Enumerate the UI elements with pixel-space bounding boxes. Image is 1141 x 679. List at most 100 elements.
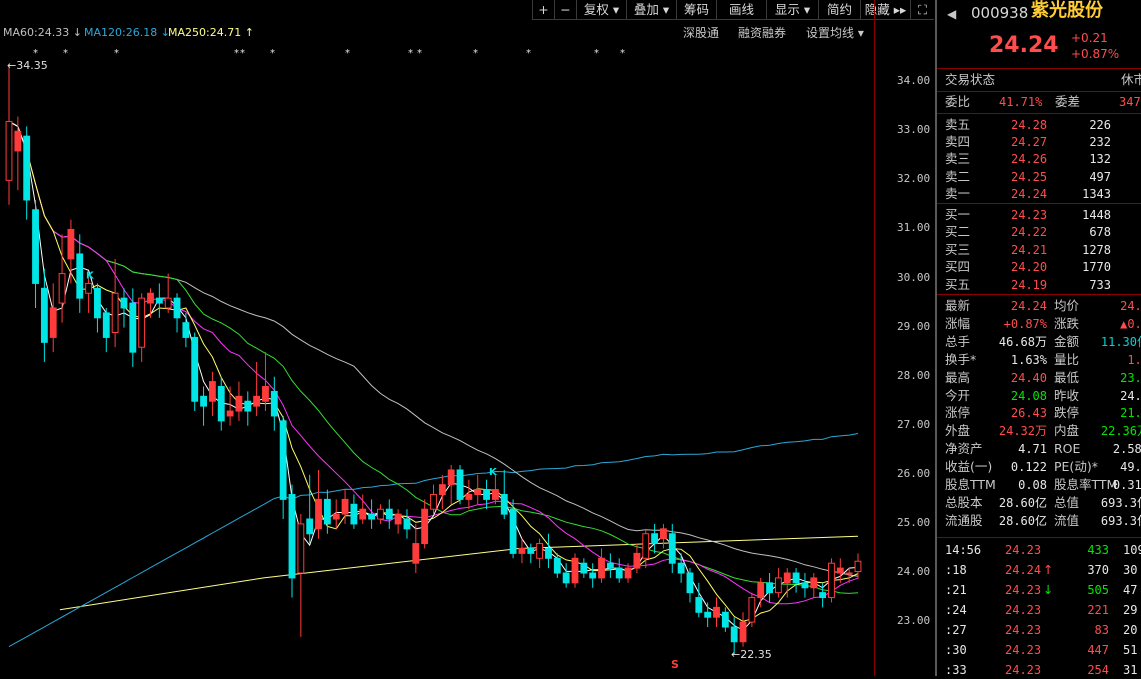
candle-body — [456, 469, 464, 500]
ma30-line — [8, 120, 859, 594]
low-price-annotation: ←22.35 — [731, 648, 772, 661]
candle-body — [359, 508, 367, 520]
candle-body — [208, 381, 216, 402]
candle-body — [553, 557, 561, 574]
stat-value: 46.68万 — [998, 334, 1047, 349]
candle-body — [527, 547, 535, 554]
candle-body — [774, 577, 782, 594]
candle-body — [660, 528, 667, 540]
event-marker: * — [473, 48, 478, 59]
simple-mode-button[interactable]: 简约 — [818, 0, 860, 20]
candle-body — [686, 572, 694, 594]
zoom-out-button[interactable]: − — [554, 0, 576, 20]
tick-volume: 447 — [1087, 643, 1109, 657]
price-tick-label: 24.00 — [897, 565, 931, 578]
display-dropdown-button[interactable]: 显示 ▾ — [766, 0, 818, 20]
ma5-line — [8, 120, 859, 631]
sell-level-label: 卖四 — [945, 134, 971, 150]
stat-label: 净资产 — [945, 441, 983, 457]
price-tick-label: 34.00 — [897, 74, 931, 88]
sell-level-price: 24.25 — [1011, 169, 1048, 184]
stat-label: 涨幅 — [945, 315, 971, 331]
stat-value: ▲0.2 — [1120, 316, 1141, 331]
candle-body — [226, 410, 234, 417]
stat-label: 最高 — [945, 369, 971, 385]
candle-body — [341, 498, 349, 515]
candle-body — [739, 621, 747, 643]
stat-value: 24.08 — [1010, 388, 1047, 403]
event-marker: * — [63, 48, 68, 59]
candle-body — [85, 282, 93, 294]
candle-body — [792, 572, 800, 584]
stat-label: 外盘 — [945, 423, 971, 439]
back-arrow-icon[interactable]: ◀ — [947, 5, 956, 23]
candle-body — [438, 484, 446, 495]
sell-level-price: 24.26 — [1011, 152, 1048, 167]
zoom-in-button[interactable]: + — [532, 0, 554, 20]
ma60-legend: MA60:24.33 ↓ — [3, 26, 82, 39]
stat-value: 24.24 — [1010, 299, 1047, 313]
candle-body — [23, 135, 31, 201]
stat-value: 1.63% — [1010, 352, 1047, 367]
candle-body — [536, 543, 544, 559]
event-marker: * — [240, 48, 245, 59]
draw-line-button[interactable]: 画线 — [716, 0, 766, 20]
stat-label: 内盘 — [1054, 423, 1080, 439]
candle-body — [491, 489, 499, 500]
price-tick-label: 25.00 — [897, 515, 931, 529]
stat-label: 股息率TTM — [1054, 477, 1118, 492]
stat-label: 均价 — [1054, 298, 1080, 313]
link-hk-connect[interactable]: 深股通 — [683, 24, 719, 42]
candle-body — [580, 562, 588, 574]
candle-body — [854, 560, 862, 573]
candle-body — [518, 547, 526, 554]
chips-button[interactable]: 筹码 — [676, 0, 716, 20]
candle-body — [615, 567, 623, 579]
stat-label: 收益(一) — [945, 459, 993, 475]
price-tick-label: 27.00 — [897, 417, 931, 431]
overlay-dropdown-button[interactable]: 叠加 ▾ — [626, 0, 676, 20]
stat-label: PE(动)* — [1054, 459, 1098, 475]
tick-time: :24 — [945, 603, 967, 617]
candle-body — [810, 577, 818, 589]
stat-value: 26.43 — [1010, 406, 1047, 421]
stat-label: 股息TTM — [945, 477, 996, 492]
candle-body — [562, 572, 570, 584]
tick-price: 24.23 — [1005, 643, 1042, 657]
event-marker: * — [270, 48, 275, 59]
stat-value: 0.122 — [1010, 460, 1047, 475]
set-ma-dropdown[interactable]: 设置均线 ▾ — [806, 24, 864, 42]
candle-body — [40, 287, 48, 343]
candle-body — [111, 292, 119, 334]
stat-value: 28.60亿 — [998, 495, 1047, 510]
candle-body — [323, 498, 331, 525]
tick-volume: 254 — [1087, 663, 1109, 677]
tick-time: :27 — [945, 623, 967, 637]
candle-body — [721, 611, 729, 628]
link-margin-trading[interactable]: 融资融券 — [738, 24, 786, 42]
candle-body — [306, 518, 314, 535]
kline-chart[interactable]: ←34.35←22.35KKS* * * * * * * * * * * * * — [0, 0, 874, 676]
kline-chart-area[interactable]: ←34.35 ←22.35 K K S * * * * * * * * * * * * * + − 复权 ▾ 叠加… — [0, 0, 935, 676]
event-marker: * — [234, 48, 239, 59]
buy-level-label: 买三 — [945, 241, 971, 257]
stat-label: 涨跌 — [1054, 315, 1080, 331]
candle-body — [253, 395, 261, 407]
adjust-dropdown-button[interactable]: 复权 ▾ — [576, 0, 626, 20]
tick-price: 24.23 — [1005, 583, 1042, 597]
tick-count: 20 — [1123, 623, 1138, 637]
candle-body — [147, 292, 154, 304]
k-marker: K — [86, 271, 95, 282]
price-tick-label: 28.00 — [897, 368, 931, 382]
stat-label: 今开 — [945, 387, 971, 403]
buy-level-price: 24.22 — [1011, 225, 1048, 240]
ma20-line — [8, 120, 859, 605]
candle-body — [138, 297, 146, 348]
stat-label: 量比 — [1054, 351, 1080, 367]
stat-label: 金额 — [1054, 333, 1080, 349]
candle-body — [377, 508, 384, 520]
weibi-label: 委比 — [945, 94, 971, 109]
tick-price: 24.24 — [1005, 563, 1042, 577]
candle-body — [217, 385, 225, 422]
candle-body — [244, 400, 252, 412]
